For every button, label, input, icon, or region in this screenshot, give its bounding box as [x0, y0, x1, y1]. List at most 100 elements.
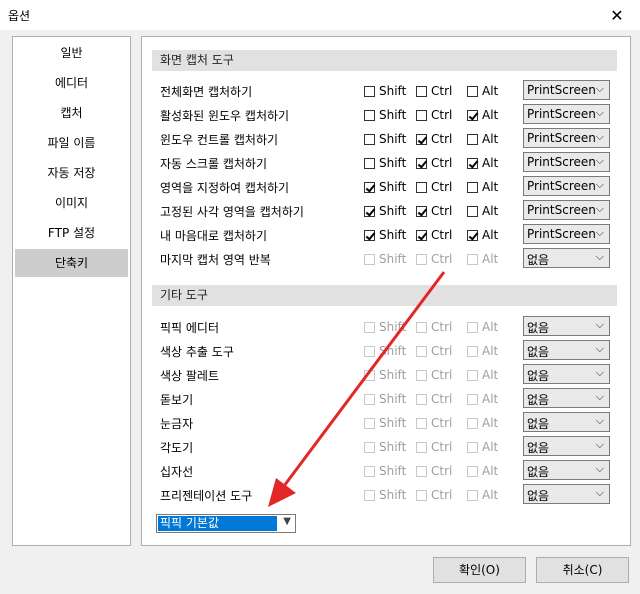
- preset-select[interactable]: 픽픽 기본값 ▼: [156, 514, 296, 533]
- key-select[interactable]: PrintScreen ⌵: [523, 224, 610, 244]
- alt-checkbox[interactable]: Alt: [467, 180, 498, 194]
- key-select[interactable]: PrintScreen ⌵: [523, 104, 610, 124]
- alt-checkbox[interactable]: Alt: [467, 464, 498, 478]
- sidebar-item-editor[interactable]: 에디터: [13, 69, 130, 97]
- shift-checkbox[interactable]: Shift: [364, 180, 406, 194]
- ctrl-checkbox-label: Ctrl: [431, 252, 453, 266]
- shift-checkbox[interactable]: Shift: [364, 392, 406, 406]
- ctrl-checkbox[interactable]: Ctrl: [416, 416, 452, 430]
- ctrl-checkbox[interactable]: Ctrl: [416, 252, 452, 266]
- checkbox-box: [416, 393, 427, 405]
- sidebar-item-image[interactable]: 이미지: [13, 189, 130, 217]
- checkbox-box: [416, 157, 427, 169]
- sidebar: 일반 에디터 캡처 파일 이름 자동 저장 이미지 FTP 설정 단축키: [12, 36, 131, 546]
- key-select[interactable]: PrintScreen ⌵: [523, 152, 610, 172]
- cancel-button[interactable]: 취소(C): [536, 557, 629, 583]
- sidebar-item-auto-save[interactable]: 자동 저장: [13, 159, 130, 187]
- shift-checkbox[interactable]: Shift: [364, 108, 406, 122]
- alt-checkbox[interactable]: Alt: [467, 84, 498, 98]
- sidebar-item-ftp[interactable]: FTP 설정: [13, 219, 130, 247]
- ctrl-checkbox[interactable]: Ctrl: [416, 228, 452, 242]
- section-header-other-tools: 기타 도구: [152, 285, 617, 306]
- key-select[interactable]: PrintScreen ⌵: [523, 80, 610, 100]
- chevron-down-icon: ⌵: [595, 318, 604, 331]
- alt-checkbox-label: Alt: [482, 132, 499, 146]
- shift-checkbox[interactable]: Shift: [364, 368, 406, 382]
- ctrl-checkbox[interactable]: Ctrl: [416, 488, 452, 502]
- key-select[interactable]: 없음 ⌵: [523, 412, 610, 432]
- alt-checkbox[interactable]: Alt: [467, 344, 498, 358]
- alt-checkbox[interactable]: Alt: [467, 488, 498, 502]
- key-select[interactable]: 없음 ⌵: [523, 316, 610, 336]
- ctrl-checkbox-label: Ctrl: [431, 204, 453, 218]
- ctrl-checkbox-label: Ctrl: [431, 84, 453, 98]
- key-select[interactable]: PrintScreen ⌵: [523, 128, 610, 148]
- key-select[interactable]: PrintScreen ⌵: [523, 200, 610, 220]
- ok-button[interactable]: 확인(O): [433, 557, 526, 583]
- ctrl-checkbox[interactable]: Ctrl: [416, 156, 452, 170]
- ctrl-checkbox[interactable]: Ctrl: [416, 392, 452, 406]
- shift-checkbox[interactable]: Shift: [364, 464, 406, 478]
- ctrl-checkbox[interactable]: Ctrl: [416, 464, 452, 478]
- shift-checkbox-label: Shift: [379, 84, 407, 98]
- key-select[interactable]: PrintScreen ⌵: [523, 176, 610, 196]
- alt-checkbox[interactable]: Alt: [467, 156, 498, 170]
- ctrl-checkbox[interactable]: Ctrl: [416, 108, 452, 122]
- alt-checkbox[interactable]: Alt: [467, 416, 498, 430]
- sidebar-item-general[interactable]: 일반: [13, 39, 130, 67]
- shift-checkbox[interactable]: Shift: [364, 440, 406, 454]
- sidebar-item-capture[interactable]: 캡처: [13, 99, 130, 127]
- shift-checkbox[interactable]: Shift: [364, 488, 406, 502]
- ctrl-checkbox[interactable]: Ctrl: [416, 320, 452, 334]
- ctrl-checkbox[interactable]: Ctrl: [416, 440, 452, 454]
- alt-checkbox[interactable]: Alt: [467, 204, 498, 218]
- shift-checkbox[interactable]: Shift: [364, 416, 406, 430]
- shift-checkbox[interactable]: Shift: [364, 320, 406, 334]
- alt-checkbox[interactable]: Alt: [467, 108, 498, 122]
- sidebar-item-file-name[interactable]: 파일 이름: [13, 129, 130, 157]
- key-select[interactable]: 없음 ⌵: [523, 248, 610, 268]
- alt-checkbox-label: Alt: [482, 156, 499, 170]
- shortcut-label: 전체화면 캡처하기: [160, 85, 253, 99]
- ctrl-checkbox[interactable]: Ctrl: [416, 132, 452, 146]
- shift-checkbox[interactable]: Shift: [364, 204, 406, 218]
- checkbox-box: [416, 85, 427, 97]
- shortcut-label: 마지막 캡처 영역 반복: [160, 253, 271, 267]
- key-select[interactable]: 없음 ⌵: [523, 484, 610, 504]
- key-select[interactable]: 없음 ⌵: [523, 388, 610, 408]
- chevron-down-icon: ⌵: [595, 250, 604, 263]
- shift-checkbox[interactable]: Shift: [364, 84, 406, 98]
- checkbox-box: [416, 417, 427, 429]
- shift-checkbox[interactable]: Shift: [364, 156, 406, 170]
- shift-checkbox-label: Shift: [379, 132, 407, 146]
- close-button[interactable]: ✕: [594, 0, 640, 30]
- key-select[interactable]: 없음 ⌵: [523, 460, 610, 480]
- ctrl-checkbox[interactable]: Ctrl: [416, 180, 452, 194]
- other-shortcut-row: 색상 추출 도구 Shift Ctrl Alt 없음 ⌵: [142, 339, 630, 363]
- capture-shortcut-row: 고정된 사각 영역을 캡처하기 Shift Ctrl Alt PrintScreen ⌵: [142, 199, 630, 223]
- key-select[interactable]: 없음 ⌵: [523, 364, 610, 384]
- shift-checkbox[interactable]: Shift: [364, 228, 406, 242]
- checkbox-box: [467, 345, 478, 357]
- key-select[interactable]: 없음 ⌵: [523, 436, 610, 456]
- ctrl-checkbox[interactable]: Ctrl: [416, 344, 452, 358]
- ctrl-checkbox[interactable]: Ctrl: [416, 368, 452, 382]
- alt-checkbox[interactable]: Alt: [467, 132, 498, 146]
- alt-checkbox[interactable]: Alt: [467, 392, 498, 406]
- shift-checkbox-label: Shift: [379, 252, 407, 266]
- alt-checkbox[interactable]: Alt: [467, 320, 498, 334]
- alt-checkbox[interactable]: Alt: [467, 228, 498, 242]
- alt-checkbox[interactable]: Alt: [467, 440, 498, 454]
- shift-checkbox[interactable]: Shift: [364, 344, 406, 358]
- ctrl-checkbox[interactable]: Ctrl: [416, 204, 452, 218]
- alt-checkbox[interactable]: Alt: [467, 252, 498, 266]
- checkbox-box: [467, 229, 478, 241]
- shift-checkbox[interactable]: Shift: [364, 252, 406, 266]
- shift-checkbox[interactable]: Shift: [364, 132, 406, 146]
- ctrl-checkbox[interactable]: Ctrl: [416, 84, 452, 98]
- alt-checkbox[interactable]: Alt: [467, 368, 498, 382]
- key-select[interactable]: 없음 ⌵: [523, 340, 610, 360]
- shift-checkbox-label: Shift: [379, 344, 407, 358]
- checkbox-box: [467, 133, 478, 145]
- sidebar-item-shortcuts[interactable]: 단축키: [15, 249, 128, 277]
